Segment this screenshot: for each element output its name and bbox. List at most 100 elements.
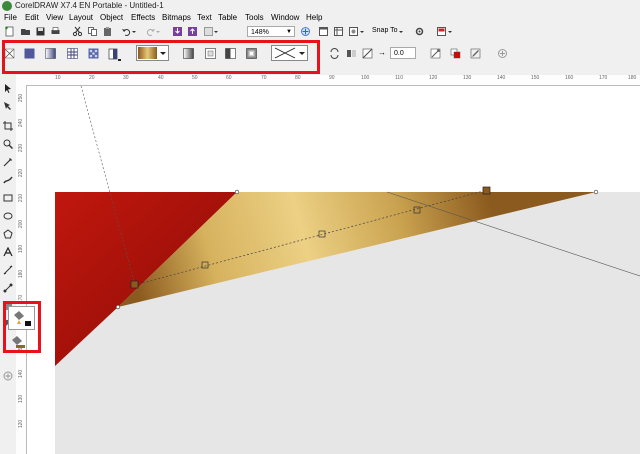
fill-tool-highlight <box>3 301 41 353</box>
view-dropdown-icon[interactable] <box>359 26 365 37</box>
zoom-dropdown-icon[interactable]: ▼ <box>286 27 292 38</box>
window-title: CorelDRAW X7.4 EN Portable - Untitled-1 <box>15 1 164 10</box>
add-preset-icon[interactable] <box>497 48 508 59</box>
ruler-h-tick: 160 <box>565 75 574 81</box>
menu-file[interactable]: File <box>4 13 17 22</box>
show-grid-icon[interactable] <box>348 26 359 37</box>
interactive-fill-icon <box>14 311 31 326</box>
menu-help[interactable]: Help <box>306 13 322 22</box>
copy-fill-icon[interactable] <box>450 48 461 59</box>
ruler-h-tick: 70 <box>261 75 267 81</box>
show-rulers-icon[interactable] <box>333 26 344 37</box>
fill-end-node[interactable] <box>482 186 491 195</box>
snap-to-button[interactable]: Snap To <box>372 27 398 34</box>
smooth-fill-icon[interactable] <box>362 48 373 59</box>
smart-fill-icon[interactable] <box>9 334 27 349</box>
ruler-h-tick: 140 <box>497 75 506 81</box>
menu-table[interactable]: Table <box>218 13 237 22</box>
redo-dropdown-icon[interactable] <box>155 26 161 37</box>
rectangle-tool-icon[interactable] <box>3 193 13 203</box>
vertical-ruler[interactable]: 250 240 230 220 210 200 190 180 170 160 … <box>16 85 27 454</box>
mirror-fill-icon[interactable] <box>346 48 357 59</box>
ruler-h-tick: 120 <box>429 75 438 81</box>
fill-start-node[interactable] <box>130 280 139 289</box>
export-icon[interactable] <box>187 26 198 37</box>
paste-icon[interactable] <box>102 26 113 37</box>
zoom-fit-icon[interactable] <box>300 26 311 37</box>
free-scale-skew-icon[interactable] <box>430 48 441 59</box>
interactive-fill-tool-button[interactable] <box>8 306 35 330</box>
publish-dropdown-icon[interactable] <box>447 26 453 37</box>
ruler-v-tick: 210 <box>18 193 25 203</box>
standard-toolbar: 148% ▼ Snap To <box>0 24 640 40</box>
copy-icon[interactable] <box>87 26 98 37</box>
horizontal-ruler[interactable]: 10 20 30 40 50 60 70 80 90 100 110 120 1… <box>16 75 640 86</box>
ruler-h-tick: 80 <box>295 75 301 81</box>
pick-tool-icon[interactable] <box>3 83 13 93</box>
freehand-tool-icon[interactable] <box>3 157 13 167</box>
settings-icon[interactable] <box>414 26 425 37</box>
parallel-dimension-tool-icon[interactable] <box>3 265 13 275</box>
menu-tools[interactable]: Tools <box>245 13 264 22</box>
menu-edit[interactable]: Edit <box>25 13 39 22</box>
ruler-h-tick: 170 <box>599 75 608 81</box>
polygon-tool-icon[interactable] <box>3 229 13 239</box>
full-screen-preview-icon[interactable] <box>318 26 329 37</box>
ruler-v-tick: 230 <box>18 143 25 153</box>
vertex-node[interactable] <box>593 189 599 195</box>
open-folder-icon[interactable] <box>20 26 31 37</box>
vertex-node[interactable] <box>234 189 240 195</box>
new-document-icon[interactable] <box>4 26 15 37</box>
ruler-v-tick: 250 <box>18 93 25 103</box>
menu-object[interactable]: Object <box>100 13 123 22</box>
connector-tool-icon[interactable] <box>3 283 13 293</box>
publish-to-pdf-icon[interactable] <box>436 26 447 37</box>
ruler-h-tick: 150 <box>531 75 540 81</box>
ruler-v-tick: 240 <box>18 118 25 128</box>
menu-window[interactable]: Window <box>271 13 299 22</box>
zoom-tool-icon[interactable] <box>3 139 13 149</box>
toolbox <box>0 75 41 454</box>
menu-effects[interactable]: Effects <box>131 13 155 22</box>
ruler-h-tick: 30 <box>123 75 129 81</box>
acceleration-value-field[interactable]: 0.0 <box>390 47 416 59</box>
add-tool-icon[interactable] <box>3 371 13 381</box>
ruler-h-tick: 40 <box>158 75 164 81</box>
import-icon[interactable] <box>172 26 183 37</box>
crop-tool-icon[interactable] <box>3 121 13 131</box>
launcher-dropdown-icon[interactable] <box>213 26 219 37</box>
drawing-canvas[interactable] <box>27 86 640 454</box>
reverse-fill-icon[interactable] <box>329 48 340 59</box>
vertex-node[interactable] <box>115 304 121 310</box>
fill-type-highlight <box>2 40 320 74</box>
menu-bitmaps[interactable]: Bitmaps <box>162 13 191 22</box>
artwork[interactable] <box>27 86 640 454</box>
edit-fill-icon[interactable] <box>470 48 481 59</box>
ruler-v-tick: 140 <box>18 369 25 379</box>
ruler-h-tick: 50 <box>192 75 198 81</box>
snap-to-dropdown-icon[interactable] <box>398 26 404 37</box>
shape-tool-icon[interactable] <box>3 101 13 111</box>
ruler-v-tick: 120 <box>18 419 25 429</box>
zoom-level-value: 148% <box>251 29 269 36</box>
ruler-h-tick: 90 <box>329 75 335 81</box>
ruler-v-tick: 220 <box>18 168 25 178</box>
ellipse-tool-icon[interactable] <box>3 211 13 221</box>
menu-layout[interactable]: Layout <box>69 13 93 22</box>
menu-view[interactable]: View <box>46 13 63 22</box>
zoom-level-combo[interactable]: 148% ▼ <box>247 26 295 37</box>
title-bar: CorelDRAW X7.4 EN Portable - Untitled-1 <box>0 0 640 12</box>
cut-icon[interactable] <box>72 26 83 37</box>
property-bar: → 0.0 <box>0 39 640 75</box>
ruler-h-tick: 180 <box>628 75 637 81</box>
text-tool-icon[interactable] <box>3 247 13 257</box>
save-icon[interactable] <box>35 26 46 37</box>
menu-text[interactable]: Text <box>197 13 212 22</box>
acceleration-value: 0.0 <box>394 50 404 57</box>
undo-dropdown-icon[interactable] <box>131 26 137 37</box>
artistic-media-tool-icon[interactable] <box>3 175 13 185</box>
ruler-h-tick: 110 <box>395 75 403 81</box>
print-icon[interactable] <box>50 26 61 37</box>
acceleration-arrow-icon: → <box>378 48 386 57</box>
menu-bar: File Edit View Layout Object Effects Bit… <box>0 12 640 24</box>
